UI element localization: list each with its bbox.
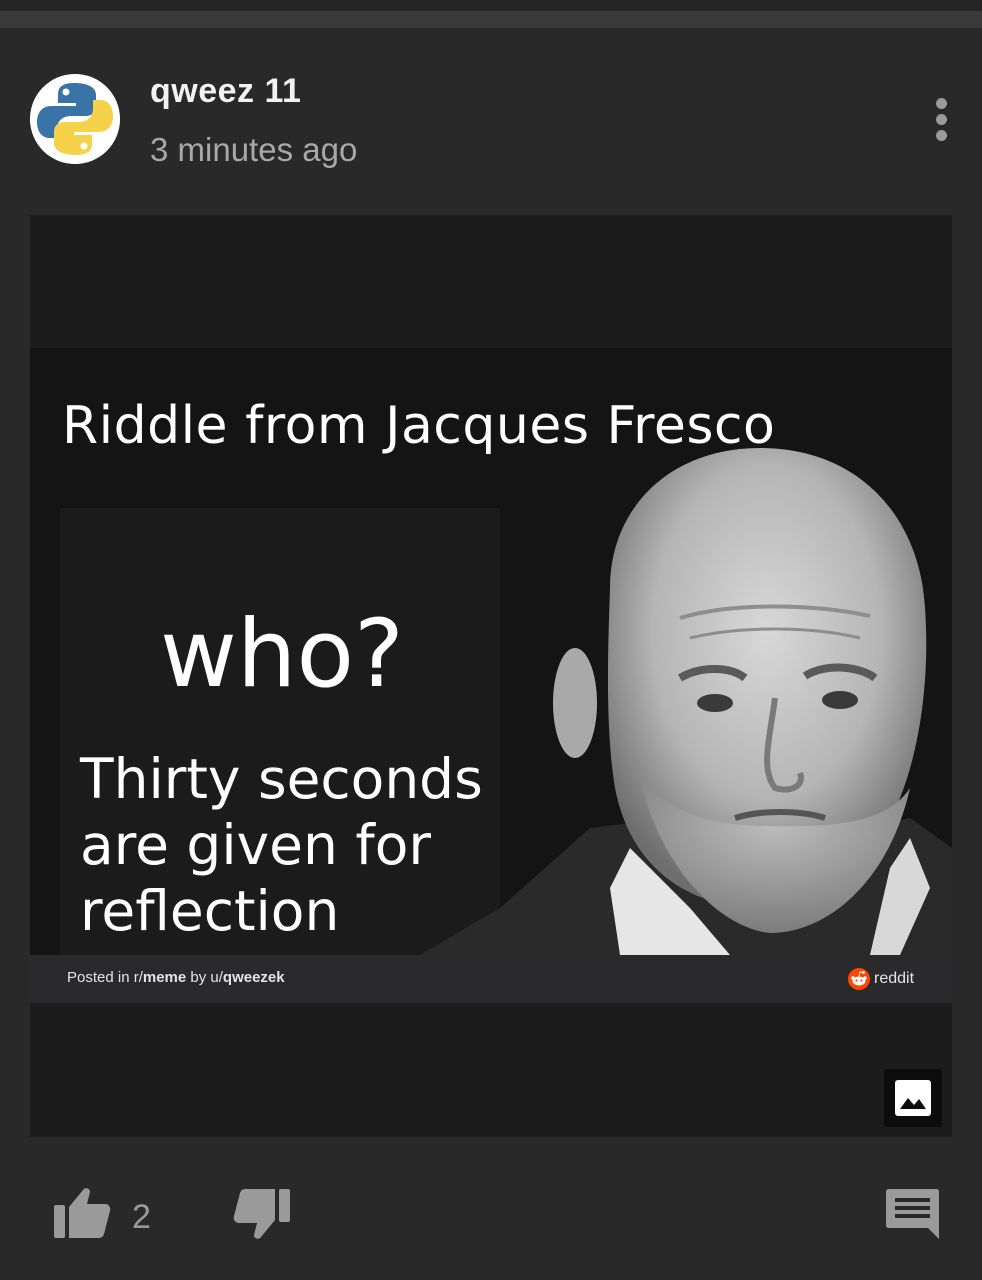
reddit-logo-icon <box>848 968 870 990</box>
attribution-prefix: Posted in r/ <box>67 969 143 986</box>
reddit-wordmark: reddit <box>874 970 915 987</box>
like-button[interactable] <box>52 1183 112 1241</box>
reddit-username: qweezek <box>222 969 285 986</box>
subreddit-name: meme <box>142 969 187 986</box>
image-toggle-button[interactable] <box>884 1069 942 1127</box>
image-icon <box>895 1080 931 1116</box>
attribution-text: Posted in r/meme by u/qweezek <box>67 969 285 986</box>
meme-image: Riddle from Jacques Fresco who? Thirty s… <box>30 348 952 955</box>
avatar[interactable] <box>30 74 120 164</box>
comment-icon <box>886 1189 939 1239</box>
comment-button[interactable] <box>885 1186 940 1241</box>
attribution-by: by u/ <box>186 969 223 986</box>
meme-title: Riddle from Jacques Fresco <box>62 396 776 456</box>
attribution-bar: Posted in r/meme by u/qweezek reddit <box>30 955 952 1003</box>
post-timestamp: 3 minutes ago <box>150 131 358 168</box>
status-bar-strip <box>0 0 982 11</box>
meme-subtitle-line: are given for <box>80 813 431 877</box>
meme-subtitle-line: Thirty seconds <box>80 747 483 811</box>
meme-subtitle-line: reflection <box>80 879 340 943</box>
reddit-brand: reddit <box>848 968 914 990</box>
thumb-up-icon <box>54 1188 111 1238</box>
meme-question: who? <box>160 600 404 709</box>
dislike-button[interactable] <box>232 1186 292 1244</box>
thumb-down-icon <box>233 1189 290 1239</box>
python-logo-icon <box>30 74 120 164</box>
more-vertical-icon[interactable] <box>924 96 960 144</box>
meme-subtitle: Thirty seconds are given for reflection <box>80 746 540 944</box>
like-count: 2 <box>132 1198 151 1236</box>
top-divider <box>0 11 982 28</box>
post-author[interactable]: qweez 11 <box>150 72 301 111</box>
post-media[interactable]: Riddle from Jacques Fresco who? Thirty s… <box>30 215 952 1137</box>
